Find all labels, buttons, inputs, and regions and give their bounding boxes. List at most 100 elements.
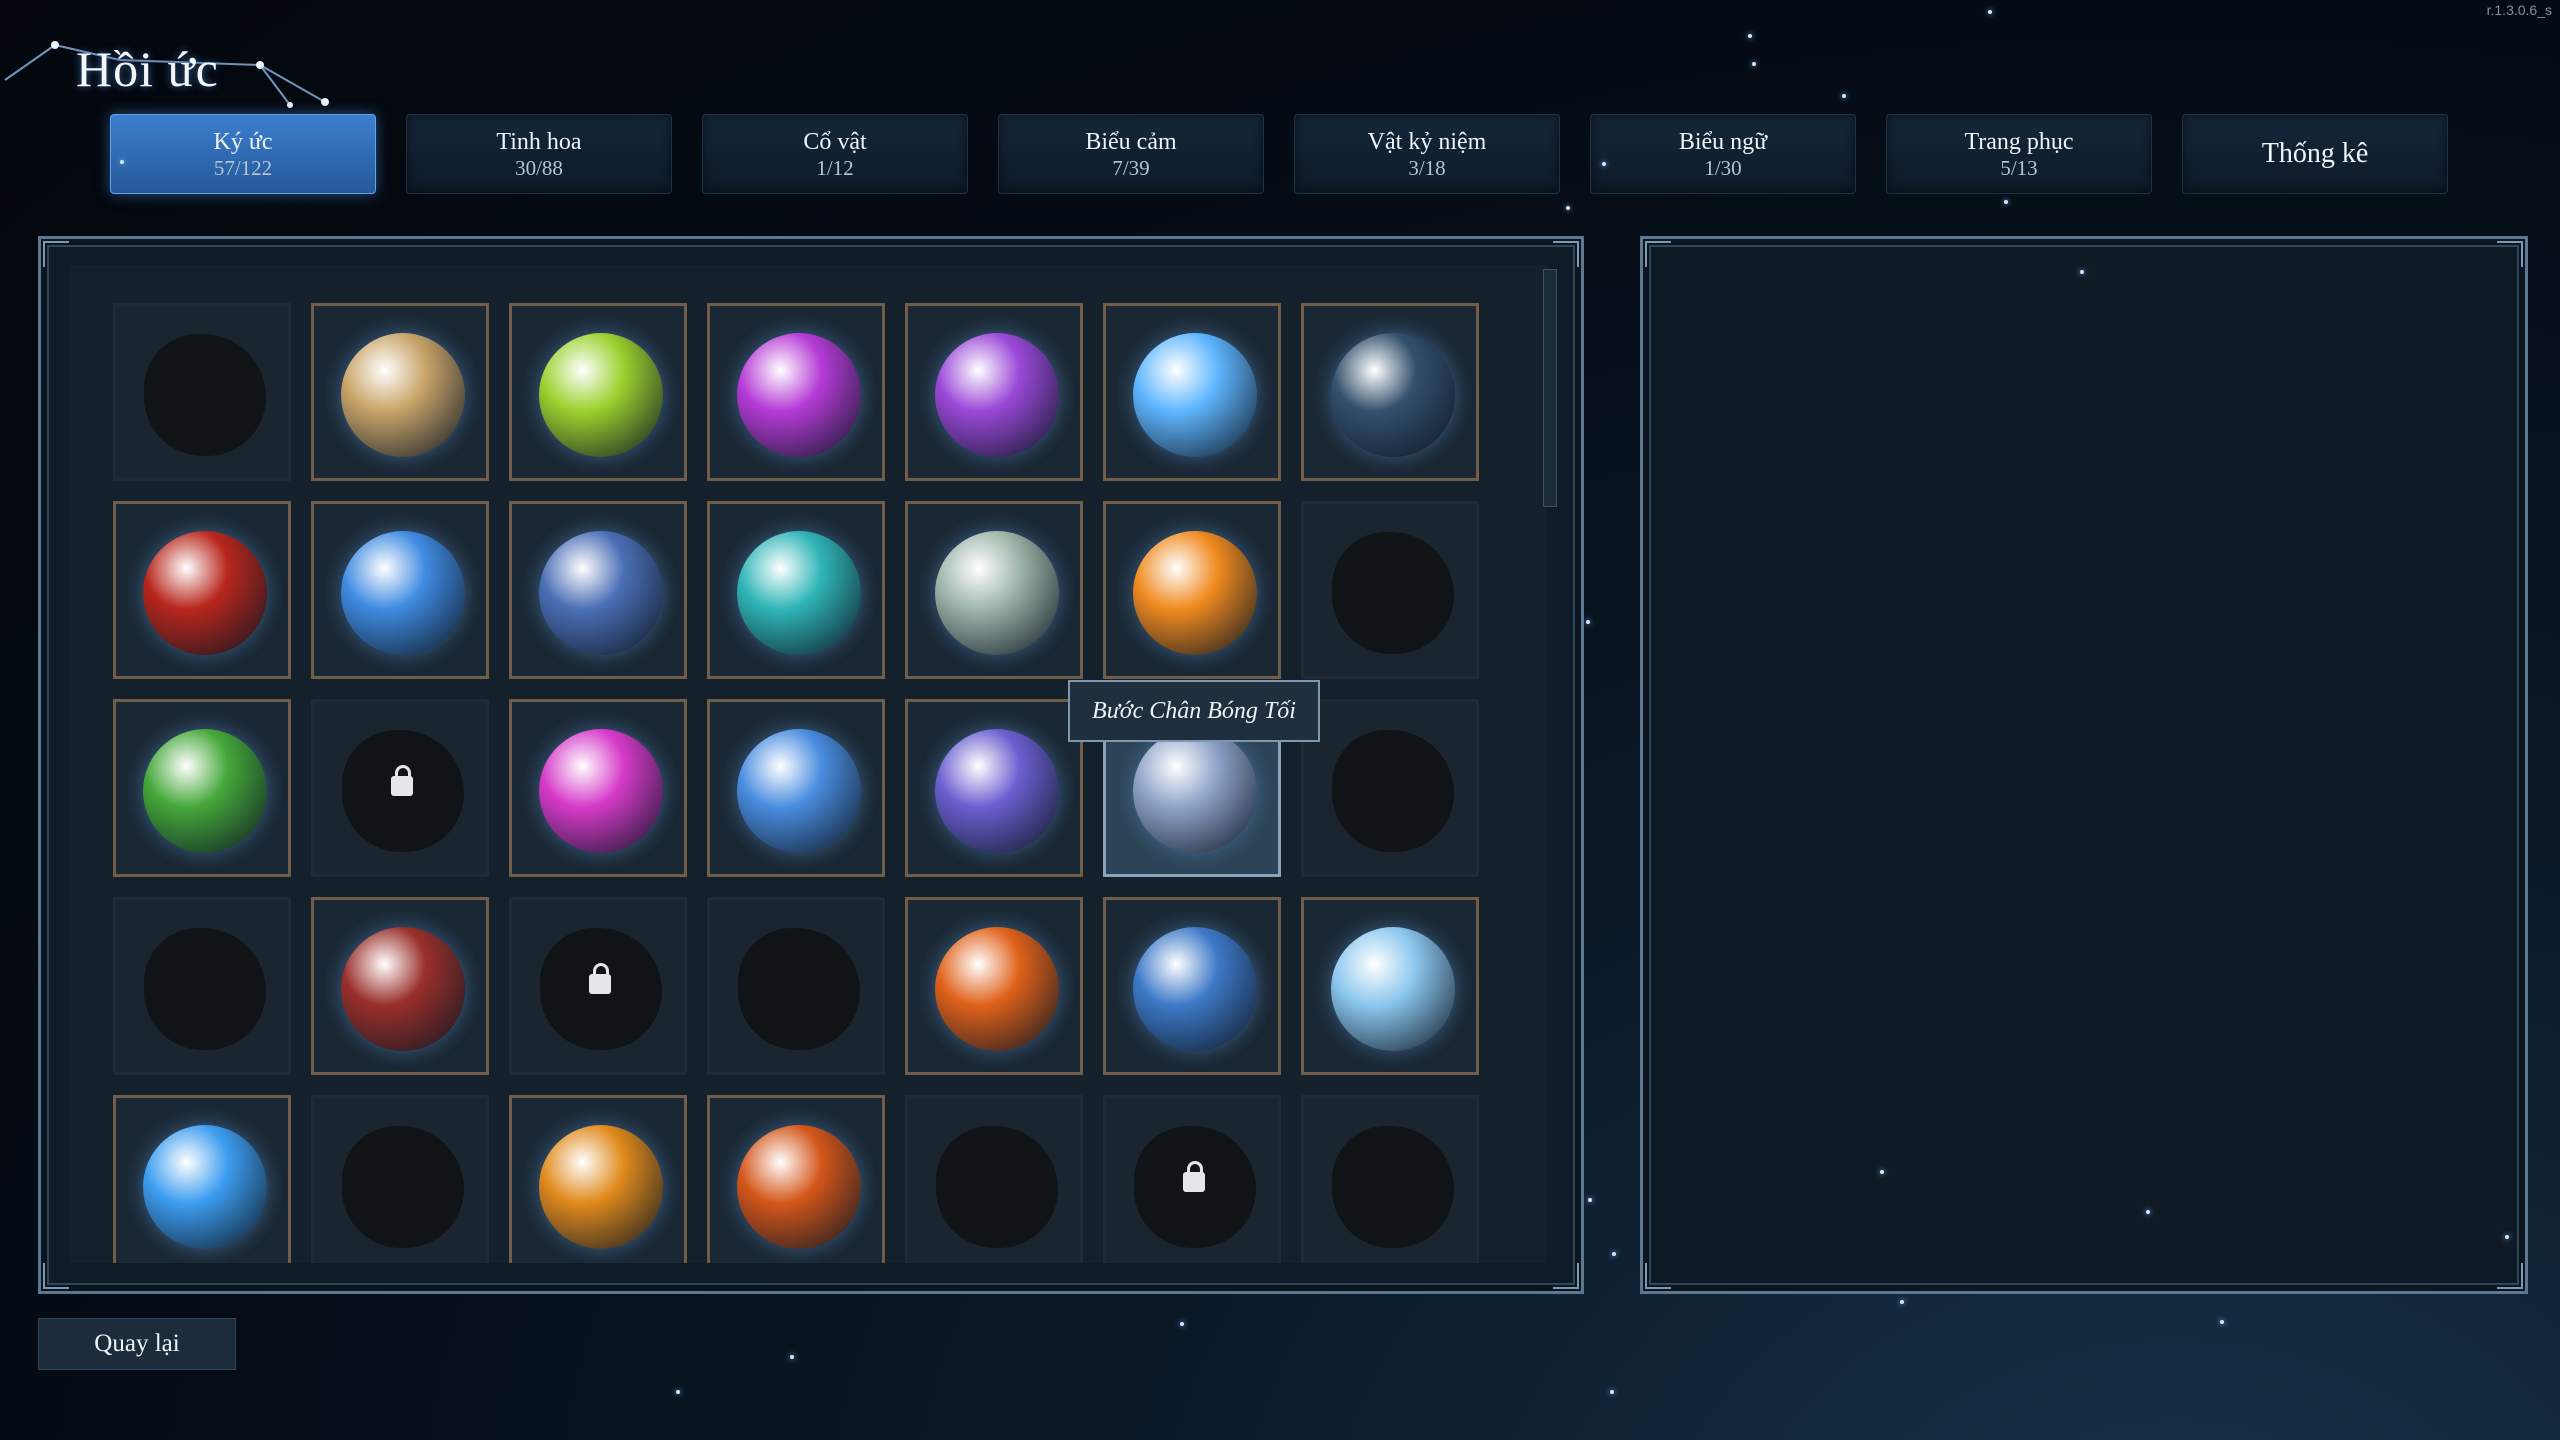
tab-count: 7/39 <box>1112 156 1150 180</box>
memory-slot-r5-c2[interactable] <box>311 1095 489 1263</box>
memory-slot-r4-c7[interactable] <box>1301 897 1479 1075</box>
scrollbar-thumb[interactable] <box>1543 269 1557 507</box>
star-decoration <box>1880 1170 1884 1174</box>
star-decoration <box>2220 1320 2224 1324</box>
tab-count: 5/13 <box>2000 156 2038 180</box>
tab-label: Biểu ngữ <box>1678 129 1768 155</box>
ice-shard-icon <box>143 1125 267 1249</box>
tab-6[interactable]: Biểu ngữ 1/30 <box>1590 114 1856 194</box>
memory-slot-r4-c3[interactable] <box>509 897 687 1075</box>
page-title: Hồi ức <box>76 41 219 97</box>
memory-slot-r5-c7[interactable] <box>1301 1095 1479 1263</box>
purple-spike-icon <box>935 333 1059 457</box>
detail-panel <box>1640 236 2528 1294</box>
lock-icon <box>391 765 413 796</box>
memory-slot-r5-c6[interactable] <box>1103 1095 1281 1263</box>
blue-slash-icon <box>737 729 861 853</box>
celtic-knot-icon <box>935 531 1059 655</box>
item-tooltip: Bước Chân Bóng Tối <box>1068 680 1320 742</box>
star-decoration <box>1586 620 1590 624</box>
tab-count: 1/30 <box>1704 156 1742 180</box>
memory-slot-r3-c4[interactable] <box>707 699 885 877</box>
tab-label: Cổ vật <box>803 129 867 155</box>
memory-slot-r2-c3[interactable] <box>509 501 687 679</box>
memory-slot-r1-c7[interactable] <box>1301 303 1479 481</box>
empty-slot-silhouette <box>936 1126 1058 1248</box>
memory-slot-r3-c5[interactable] <box>905 699 1083 877</box>
memory-slot-r5-c4[interactable] <box>707 1095 885 1263</box>
memory-slot-r3-c1[interactable] <box>113 699 291 877</box>
star-decoration <box>790 1355 794 1359</box>
memory-slot-r1-c1[interactable] <box>113 303 291 481</box>
memory-slot-r2-c6[interactable] <box>1103 501 1281 679</box>
memory-slot-r4-c2[interactable] <box>311 897 489 1075</box>
memory-slot-r1-c5[interactable] <box>905 303 1083 481</box>
memory-slot-r4-c5[interactable] <box>905 897 1083 1075</box>
memory-slot-r5-c5[interactable] <box>905 1095 1083 1263</box>
tab-label: Thống kê <box>2261 138 2369 169</box>
memory-slot-r4-c6[interactable] <box>1103 897 1281 1075</box>
tab-8[interactable]: Thống kê <box>2182 114 2448 194</box>
tab-4[interactable]: Biểu cảm 7/39 <box>998 114 1264 194</box>
memory-slot-r2-c5[interactable] <box>905 501 1083 679</box>
shadow-step-icon <box>1133 729 1257 853</box>
tab-1[interactable]: Ký ức 57/122 <box>110 114 376 194</box>
star-decoration <box>120 160 124 164</box>
teal-sparkle-icon <box>737 531 861 655</box>
empty-slot-silhouette <box>144 334 266 456</box>
tab-5[interactable]: Vật kỷ niệm 3/18 <box>1294 114 1560 194</box>
star-decoration <box>1752 62 1756 66</box>
tab-count: 3/18 <box>1408 156 1446 180</box>
tab-3[interactable]: Cổ vật 1/12 <box>702 114 968 194</box>
flaming-skull-icon <box>539 1125 663 1249</box>
red-dragon-icon <box>143 531 267 655</box>
memory-slot-r1-c4[interactable] <box>707 303 885 481</box>
collection-panel <box>38 236 1584 1294</box>
empty-slot-silhouette <box>1332 532 1454 654</box>
memory-slot-r1-c6[interactable] <box>1103 303 1281 481</box>
memory-slot-r2-c4[interactable] <box>707 501 885 679</box>
tab-bar: Ký ức 57/122 Tinh hoa 30/88 Cổ vật 1/12 Biểu c… <box>110 114 2450 194</box>
star-decoration <box>1748 34 1752 38</box>
memory-slot-r4-c4[interactable] <box>707 897 885 1075</box>
back-button[interactable]: Quay lại <box>38 1318 236 1370</box>
memory-slot-r4-c1[interactable] <box>113 897 291 1075</box>
claw-strike-icon <box>539 531 663 655</box>
memory-slot-r2-c7[interactable] <box>1301 501 1479 679</box>
star-decoration <box>1602 162 1606 166</box>
purple-crystal-icon <box>737 333 861 457</box>
lava-swirl-icon <box>935 927 1059 1051</box>
tab-label: Ký ức <box>213 129 273 155</box>
star-decoration <box>2080 270 2084 274</box>
fire-demon-icon <box>737 1125 861 1249</box>
memory-slot-r1-c2[interactable] <box>311 303 489 481</box>
star-decoration <box>1988 10 1992 14</box>
lock-icon <box>589 963 611 994</box>
empty-slot-silhouette <box>1332 1126 1454 1248</box>
tab-count: 30/88 <box>515 156 563 180</box>
star-decoration <box>2146 1210 2150 1214</box>
tab-7[interactable]: Trang phục 5/13 <box>1886 114 2152 194</box>
snowflake-icon <box>1133 333 1257 457</box>
violet-blade-icon <box>935 729 1059 853</box>
star-decoration <box>1180 1322 1184 1326</box>
memory-slot-r2-c1[interactable] <box>113 501 291 679</box>
tab-2[interactable]: Tinh hoa 30/88 <box>406 114 672 194</box>
shadow-demon-icon <box>1331 333 1455 457</box>
star-decoration <box>1588 1198 1592 1202</box>
memory-slot-r1-c3[interactable] <box>509 303 687 481</box>
tab-label: Trang phục <box>1964 129 2074 155</box>
empty-slot-silhouette <box>144 928 266 1050</box>
memory-slot-r5-c1[interactable] <box>113 1095 291 1263</box>
memory-slot-r2-c2[interactable] <box>311 501 489 679</box>
star-decoration <box>1612 1252 1616 1256</box>
green-skull-icon <box>539 333 663 457</box>
empty-slot-silhouette <box>342 1126 464 1248</box>
star-decoration <box>1566 206 1570 210</box>
star-decoration <box>1900 1300 1904 1304</box>
memory-slot-r5-c3[interactable] <box>509 1095 687 1263</box>
lightning-spear-icon <box>1133 927 1257 1051</box>
memory-slot-r3-c7[interactable] <box>1301 699 1479 877</box>
memory-slot-r3-c3[interactable] <box>509 699 687 877</box>
memory-slot-r3-c2[interactable] <box>311 699 489 877</box>
